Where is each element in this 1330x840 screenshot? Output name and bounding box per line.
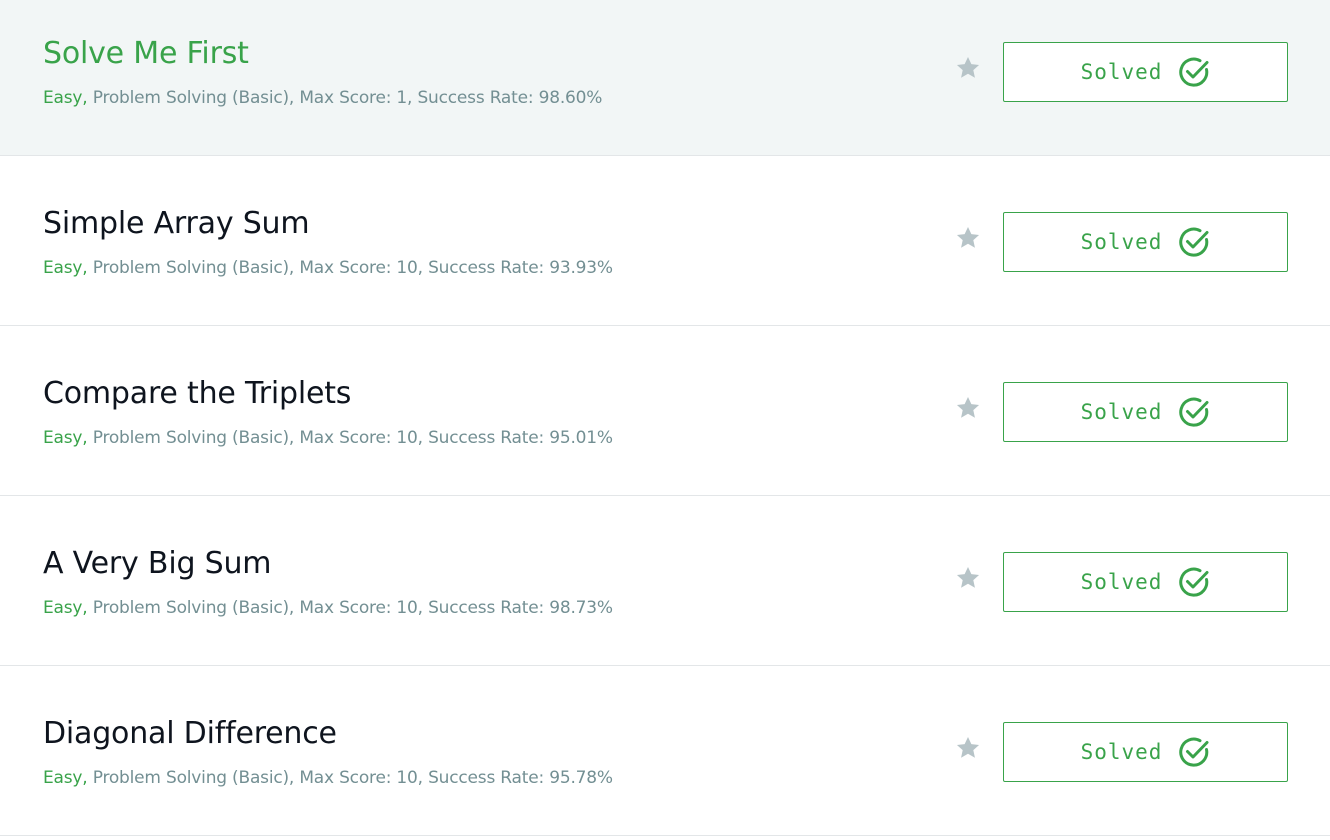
solved-button[interactable]: Solved <box>1003 552 1288 612</box>
solved-label: Solved <box>1080 400 1163 424</box>
solved-label: Solved <box>1080 230 1163 254</box>
difficulty-label: Easy, <box>43 88 88 108</box>
challenge-details: Problem Solving (Basic), Max Score: 1, S… <box>87 88 603 108</box>
challenge-meta: Easy, Problem Solving (Basic), Max Score… <box>43 766 613 790</box>
challenge-title[interactable]: Solve Me First <box>43 34 249 74</box>
solved-button[interactable]: Solved <box>1003 382 1288 442</box>
check-circle-icon <box>1178 56 1210 88</box>
challenge-meta: Easy, Problem Solving (Basic), Max Score… <box>43 596 613 620</box>
challenge-title[interactable]: A Very Big Sum <box>43 544 272 584</box>
challenge-row[interactable]: Solve Me First Easy, Problem Solving (Ba… <box>0 0 1330 156</box>
challenge-details: Problem Solving (Basic), Max Score: 10, … <box>87 428 613 448</box>
solved-button[interactable]: Solved <box>1003 212 1288 272</box>
challenge-meta: Easy, Problem Solving (Basic), Max Score… <box>43 426 613 450</box>
check-circle-icon <box>1178 566 1210 598</box>
check-circle-icon <box>1178 736 1210 768</box>
solved-button[interactable]: Solved <box>1003 722 1288 782</box>
star-icon[interactable] <box>955 565 981 591</box>
solved-label: Solved <box>1080 740 1163 764</box>
difficulty-label: Easy, <box>43 258 88 278</box>
check-circle-icon <box>1178 226 1210 258</box>
challenge-details: Problem Solving (Basic), Max Score: 10, … <box>87 258 613 278</box>
difficulty-label: Easy, <box>43 598 88 618</box>
challenge-title[interactable]: Diagonal Difference <box>43 714 337 754</box>
difficulty-label: Easy, <box>43 768 88 788</box>
star-icon[interactable] <box>955 735 981 761</box>
check-circle-icon <box>1178 396 1210 428</box>
solved-label: Solved <box>1080 570 1163 594</box>
challenge-title[interactable]: Simple Array Sum <box>43 204 310 244</box>
star-icon[interactable] <box>955 55 981 81</box>
challenge-title[interactable]: Compare the Triplets <box>43 374 351 414</box>
challenge-row[interactable]: Simple Array Sum Easy, Problem Solving (… <box>0 157 1330 326</box>
challenge-list: Solve Me First Easy, Problem Solving (Ba… <box>0 0 1330 840</box>
challenge-details: Problem Solving (Basic), Max Score: 10, … <box>87 768 613 788</box>
difficulty-label: Easy, <box>43 428 88 448</box>
star-icon[interactable] <box>955 225 981 251</box>
challenge-row[interactable]: Diagonal Difference Easy, Problem Solvin… <box>0 667 1330 836</box>
solved-button[interactable]: Solved <box>1003 42 1288 102</box>
challenge-row[interactable]: Compare the Triplets Easy, Problem Solvi… <box>0 327 1330 496</box>
star-icon[interactable] <box>955 395 981 421</box>
solved-label: Solved <box>1080 60 1163 84</box>
challenge-meta: Easy, Problem Solving (Basic), Max Score… <box>43 86 602 110</box>
challenge-details: Problem Solving (Basic), Max Score: 10, … <box>87 598 613 618</box>
challenge-meta: Easy, Problem Solving (Basic), Max Score… <box>43 256 613 280</box>
challenge-row[interactable]: A Very Big Sum Easy, Problem Solving (Ba… <box>0 497 1330 666</box>
